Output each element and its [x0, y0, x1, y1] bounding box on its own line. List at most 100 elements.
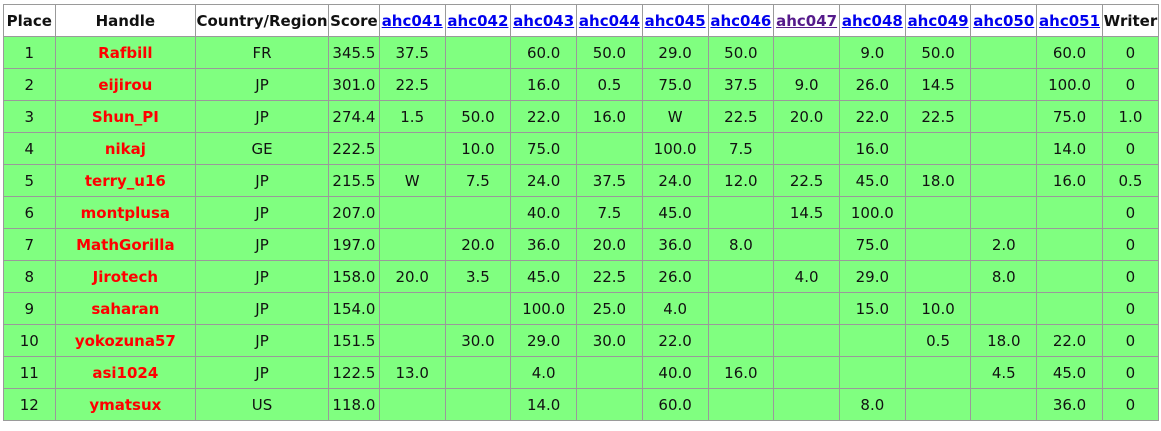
- contest-link-ahc045[interactable]: ahc045: [645, 12, 706, 30]
- contest-score-cell-ahc045: 36.0: [641, 228, 709, 261]
- contest-score-cell-ahc041: 37.5: [378, 36, 446, 69]
- contest-score-cell-ahc046: 12.0: [707, 164, 775, 197]
- contest-score-cell-ahc041: 22.5: [378, 68, 446, 101]
- contest-score-cell-ahc049: 14.5: [904, 68, 972, 101]
- handle-header: Handle: [54, 4, 197, 37]
- handle-cell: Rafbill: [54, 36, 197, 69]
- ranking-table: Place Handle Country/Region Score ahc041…: [3, 4, 1160, 421]
- writer-cell: 0: [1101, 292, 1160, 325]
- contest-header-ahc050: ahc050: [970, 4, 1038, 37]
- country-cell: JP: [195, 196, 329, 229]
- handle-cell: saharan: [54, 292, 197, 325]
- contest-score-cell-ahc049: [904, 132, 972, 165]
- contest-score-cell-ahc048: 26.0: [838, 68, 906, 101]
- contest-score-cell-ahc047: [773, 388, 840, 421]
- country-cell: JP: [195, 292, 329, 325]
- contest-score-cell-ahc049: 10.0: [904, 292, 972, 325]
- contest-link-ahc048[interactable]: ahc048: [842, 12, 903, 30]
- contest-score-cell-ahc047: [773, 292, 840, 325]
- country-cell: JP: [195, 100, 329, 133]
- handle-cell: montplusa: [54, 196, 197, 229]
- contest-score-cell-ahc050: [970, 36, 1038, 69]
- contest-score-cell-ahc049: [904, 196, 972, 229]
- contest-score-cell-ahc049: [904, 228, 972, 261]
- country-cell: JP: [195, 228, 329, 261]
- contest-score-cell-ahc044: 50.0: [576, 36, 643, 69]
- contest-score-cell-ahc047: 14.5: [773, 196, 840, 229]
- contest-score-cell-ahc041: [378, 388, 446, 421]
- contest-header-ahc042: ahc042: [444, 4, 512, 37]
- country-cell: US: [195, 388, 329, 421]
- contest-score-cell-ahc049: [904, 260, 972, 293]
- writer-cell: 0: [1101, 36, 1160, 69]
- contest-score-cell-ahc048: 100.0: [838, 196, 906, 229]
- contest-score-cell-ahc044: 30.0: [576, 324, 643, 357]
- contest-score-cell-ahc048: 16.0: [838, 132, 906, 165]
- country-cell: JP: [195, 260, 329, 293]
- contest-score-cell-ahc042: 3.5: [444, 260, 512, 293]
- contest-score-cell-ahc051: [1036, 196, 1103, 229]
- contest-link-ahc047[interactable]: ahc047: [776, 12, 837, 30]
- handle-cell: MathGorilla: [54, 228, 197, 261]
- writer-cell: 0: [1101, 324, 1160, 357]
- contest-link-ahc042[interactable]: ahc042: [447, 12, 508, 30]
- contest-score-cell-ahc044: [576, 356, 643, 389]
- contest-score-cell-ahc043: 60.0: [510, 36, 578, 69]
- contest-score-cell-ahc045: 4.0: [641, 292, 709, 325]
- score-cell: 158.0: [327, 260, 380, 293]
- contest-score-cell-ahc046: [707, 260, 775, 293]
- contest-score-cell-ahc042: [444, 68, 512, 101]
- contest-score-cell-ahc046: [707, 196, 775, 229]
- contest-score-cell-ahc047: [773, 132, 840, 165]
- writer-cell: 0.5: [1101, 164, 1160, 197]
- score-cell: 215.5: [327, 164, 380, 197]
- score-cell: 122.5: [327, 356, 380, 389]
- contest-score-cell-ahc051: 36.0: [1036, 388, 1103, 421]
- score-header: Score: [327, 4, 380, 37]
- contest-link-ahc043[interactable]: ahc043: [513, 12, 574, 30]
- contest-link-ahc044[interactable]: ahc044: [579, 12, 640, 30]
- handle-cell: ymatsux: [54, 388, 197, 421]
- contest-header-ahc051: ahc051: [1036, 4, 1103, 37]
- table-row: 11 asi1024 JP 122.5 13.0 4.0 40.0 16.0 4.5 45.0 0: [3, 356, 1160, 389]
- contest-score-cell-ahc044: [576, 132, 643, 165]
- contest-score-cell-ahc048: 22.0: [838, 100, 906, 133]
- handle-cell: Jirotech: [54, 260, 197, 293]
- contest-score-cell-ahc044: 20.0: [576, 228, 643, 261]
- score-cell: 118.0: [327, 388, 380, 421]
- contest-score-cell-ahc050: [970, 292, 1038, 325]
- contest-score-cell-ahc047: 4.0: [773, 260, 840, 293]
- contest-link-ahc051[interactable]: ahc051: [1039, 12, 1100, 30]
- contest-score-cell-ahc049: 18.0: [904, 164, 972, 197]
- contest-score-cell-ahc041: 20.0: [378, 260, 446, 293]
- writer-cell: 0: [1101, 356, 1160, 389]
- contest-score-cell-ahc047: 9.0: [773, 68, 840, 101]
- table-row: 10 yokozuna57 JP 151.5 30.0 29.0 30.0 22.0 0.5 18…: [3, 324, 1160, 357]
- place-cell: 5: [3, 164, 56, 197]
- contest-score-cell-ahc041: 13.0: [378, 356, 446, 389]
- contest-link-ahc049[interactable]: ahc049: [908, 12, 969, 30]
- place-cell: 7: [3, 228, 56, 261]
- contest-score-cell-ahc042: 50.0: [444, 100, 512, 133]
- contest-score-cell-ahc041: [378, 228, 446, 261]
- contest-link-ahc041[interactable]: ahc041: [382, 12, 443, 30]
- contest-score-cell-ahc046: [707, 324, 775, 357]
- contest-header-ahc044: ahc044: [576, 4, 643, 37]
- contest-link-ahc046[interactable]: ahc046: [710, 12, 771, 30]
- contest-score-cell-ahc050: [970, 68, 1038, 101]
- contest-score-cell-ahc048: [838, 324, 906, 357]
- place-cell: 9: [3, 292, 56, 325]
- contest-link-ahc050[interactable]: ahc050: [973, 12, 1034, 30]
- contest-score-cell-ahc047: [773, 228, 840, 261]
- contest-score-cell-ahc043: 29.0: [510, 324, 578, 357]
- contest-score-cell-ahc050: 2.0: [970, 228, 1038, 261]
- place-cell: 11: [3, 356, 56, 389]
- writer-cell: 0: [1101, 260, 1160, 293]
- contest-score-cell-ahc041: [378, 132, 446, 165]
- contest-score-cell-ahc050: [970, 196, 1038, 229]
- contest-score-cell-ahc048: 45.0: [838, 164, 906, 197]
- contest-score-cell-ahc044: 25.0: [576, 292, 643, 325]
- place-cell: 12: [3, 388, 56, 421]
- table-row: 7 MathGorilla JP 197.0 20.0 36.0 20.0 36.0 8.0 75…: [3, 228, 1160, 261]
- table-row: 2 eijirou JP 301.0 22.5 16.0 0.5 75.0 37.5 9.0 26.…: [3, 68, 1160, 101]
